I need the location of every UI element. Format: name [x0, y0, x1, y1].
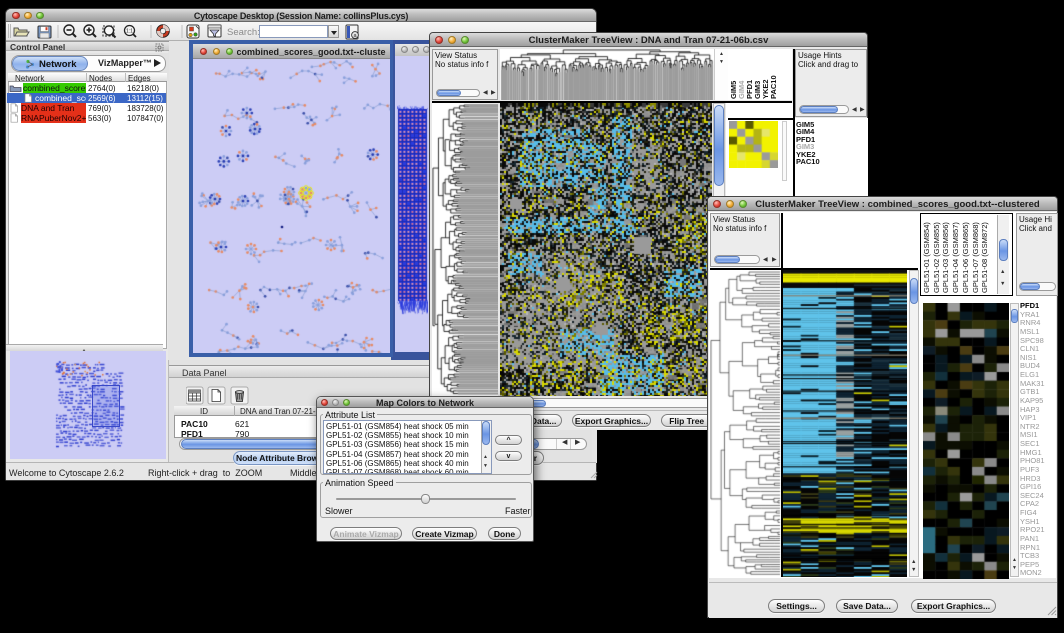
- svg-text:1:1: 1:1: [126, 29, 133, 35]
